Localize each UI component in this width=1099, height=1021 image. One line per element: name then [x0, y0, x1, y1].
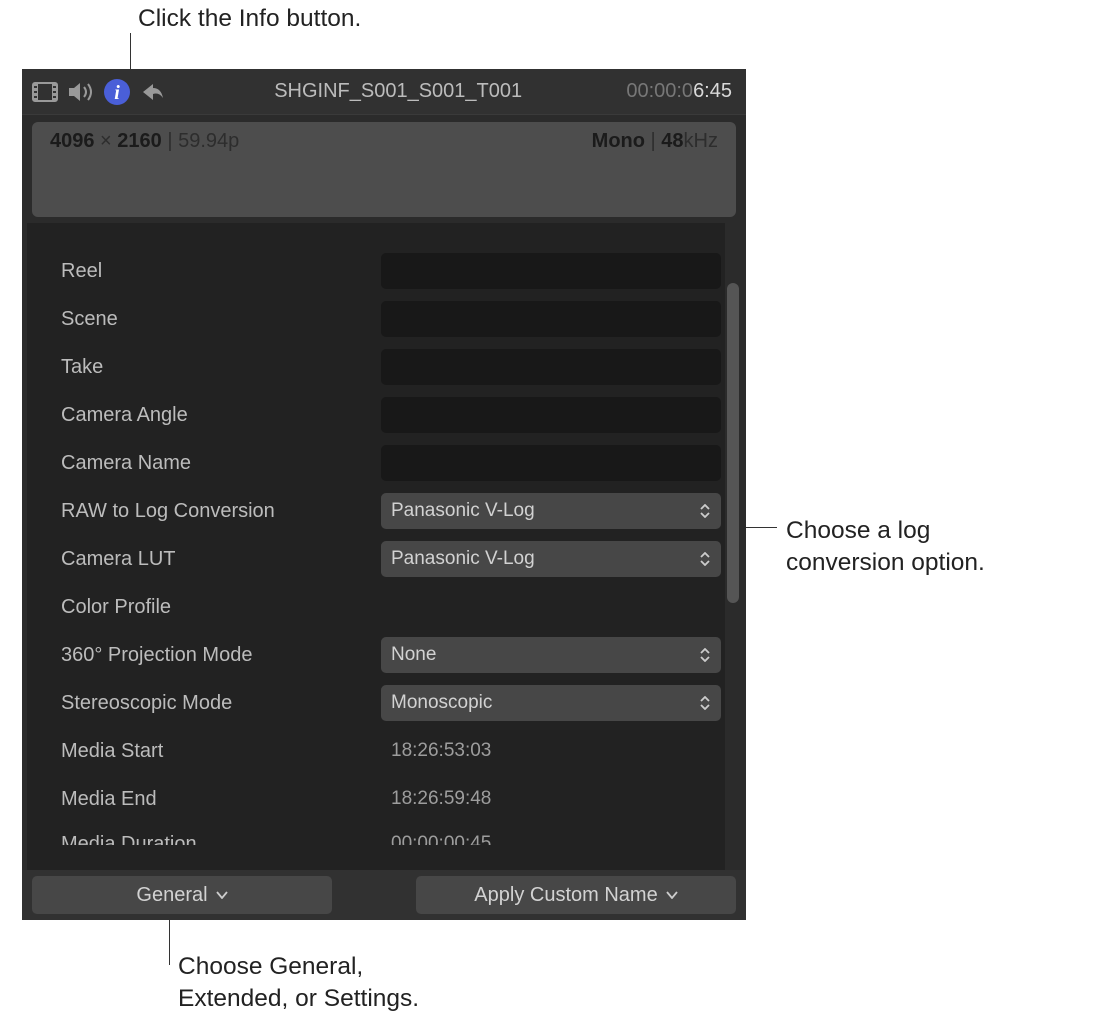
scrollbar-thumb[interactable]: [727, 283, 739, 603]
callout-general-menu: Choose General, Extended, or Settings.: [178, 951, 419, 1015]
projection-mode-dropdown[interactable]: None: [381, 637, 721, 673]
apply-custom-name-dropdown[interactable]: Apply Custom Name: [416, 876, 736, 914]
projection-mode-row: 360° Projection Mode None: [27, 631, 741, 679]
chevron-down-icon: [216, 891, 228, 899]
camera-name-row: Camera Name: [27, 439, 741, 487]
clip-name: SHGINF_S001_S001_T001: [170, 80, 626, 103]
inspector-topbar: i SHGINF_S001_S001_T001 00:00:06:45: [22, 69, 746, 115]
media-start-row: Media Start 18:26:53:03: [27, 727, 741, 775]
media-duration-row: Media Duration 00:00:00:45: [27, 823, 741, 845]
clip-timecode: 00:00:06:45: [626, 80, 740, 103]
media-end-row: Media End 18:26:59:48: [27, 775, 741, 823]
color-profile-row: Color Profile: [27, 583, 741, 631]
callout-info-button: Click the Info button.: [138, 3, 361, 35]
callout-log-conversion: Choose a log conversion option.: [786, 515, 985, 579]
updown-icon: [699, 552, 711, 566]
metadata-view-dropdown[interactable]: General: [32, 876, 332, 914]
camera-angle-input[interactable]: [381, 397, 721, 433]
camera-name-input[interactable]: [381, 445, 721, 481]
updown-icon: [699, 648, 711, 662]
stereoscopic-mode-dropdown[interactable]: Monoscopic: [381, 685, 721, 721]
updown-icon: [699, 504, 711, 518]
scene-row: Scene: [27, 295, 741, 343]
info-inspector-icon[interactable]: i: [100, 75, 134, 109]
inspector-panel: i SHGINF_S001_S001_T001 00:00:06:45 4096…: [22, 69, 746, 920]
reel-row: Reel: [27, 247, 741, 295]
camera-lut-dropdown[interactable]: Panasonic V-Log: [381, 541, 721, 577]
scrollbar-track[interactable]: [725, 223, 741, 893]
share-inspector-icon[interactable]: [136, 75, 170, 109]
callout-line: [169, 915, 170, 965]
svg-text:i: i: [114, 82, 120, 104]
take-input[interactable]: [381, 349, 721, 385]
raw-to-log-dropdown[interactable]: Panasonic V-Log: [381, 493, 721, 529]
reel-input[interactable]: [381, 253, 721, 289]
camera-lut-row: Camera LUT Panasonic V-Log: [27, 535, 741, 583]
take-row: Take: [27, 343, 741, 391]
stereoscopic-mode-row: Stereoscopic Mode Monoscopic: [27, 679, 741, 727]
clip-summary-bar: 4096 × 2160 | 59.94p Mono | 48kHz: [32, 122, 736, 217]
raw-to-log-row: RAW to Log Conversion Panasonic V-Log: [27, 487, 741, 535]
inspector-bottom-bar: General Apply Custom Name: [22, 870, 746, 920]
video-inspector-icon[interactable]: [28, 75, 62, 109]
camera-angle-row: Camera Angle: [27, 391, 741, 439]
updown-icon: [699, 696, 711, 710]
metadata-scroll-area: Duration 00:00:06:45 Reel Scene Take Cam…: [27, 223, 741, 893]
audio-inspector-icon[interactable]: [64, 75, 98, 109]
scene-input[interactable]: [381, 301, 721, 337]
chevron-down-icon: [666, 891, 678, 899]
